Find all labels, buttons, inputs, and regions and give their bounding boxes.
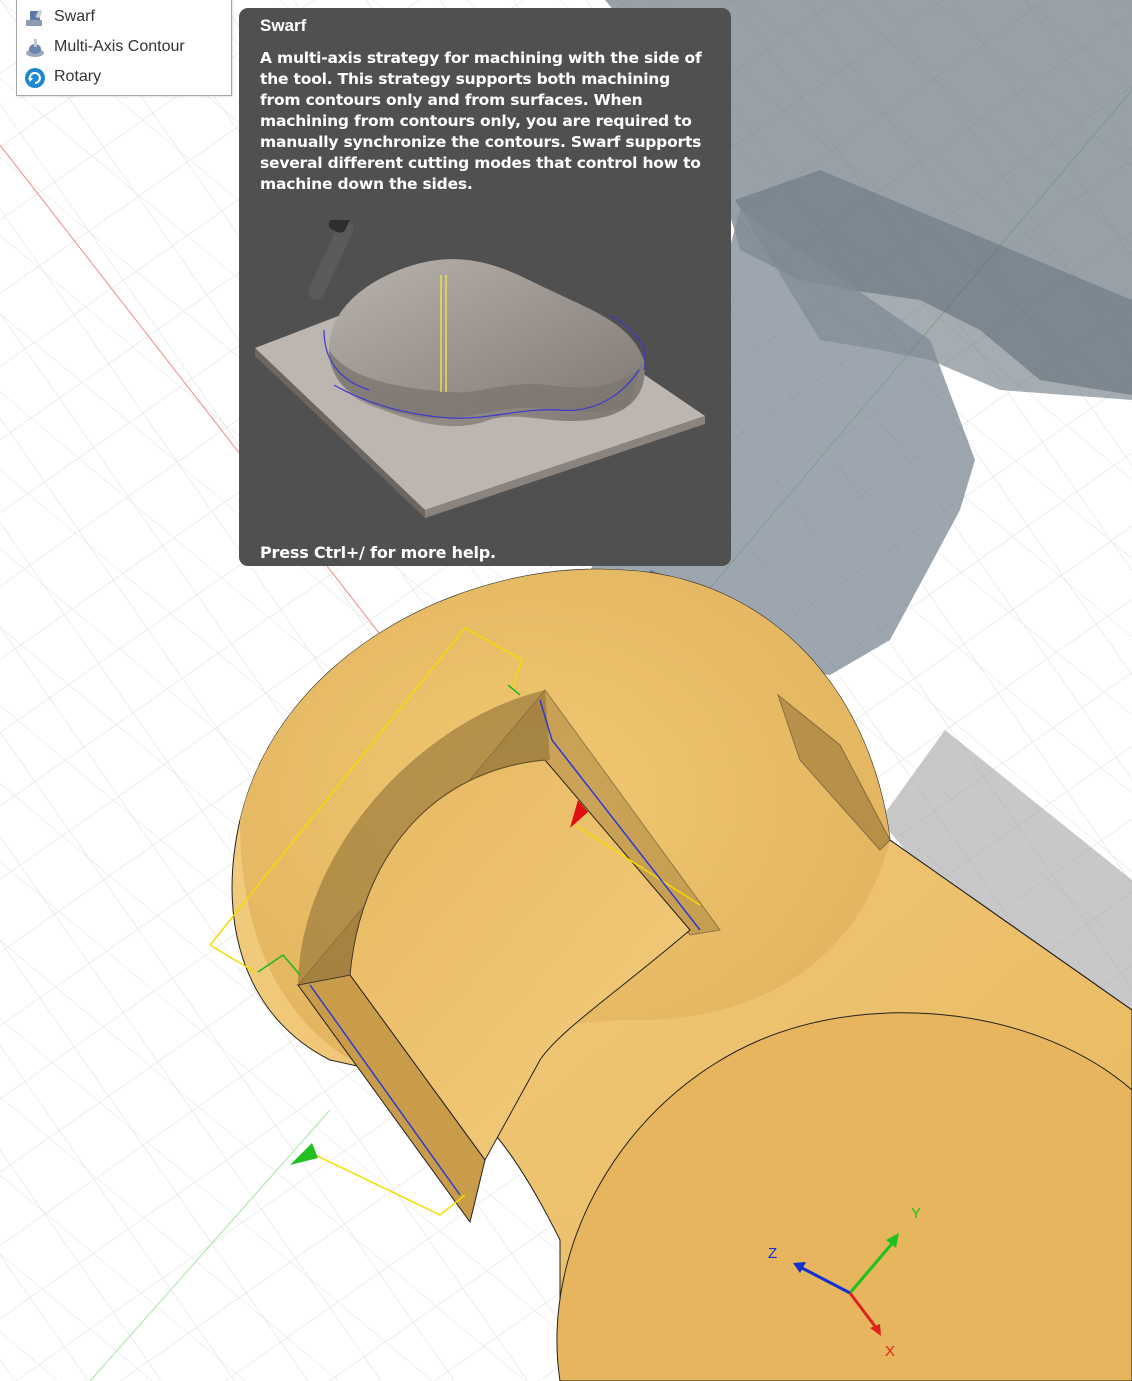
strategy-dropdown-menu: Swarf Multi-Axis Contour Rotary bbox=[16, 0, 232, 96]
menu-item-label: Multi-Axis Contour bbox=[54, 38, 185, 55]
strategy-tooltip: Swarf A multi-axis strategy for machinin… bbox=[239, 8, 731, 566]
menu-item-multi-axis-contour[interactable]: Multi-Axis Contour bbox=[17, 32, 231, 62]
menu-item-label: Rotary bbox=[54, 68, 102, 85]
swarf-icon bbox=[26, 9, 43, 26]
menu-item-label: Swarf bbox=[54, 8, 95, 25]
tooltip-description: A multi-axis strategy for machining with… bbox=[260, 49, 702, 193]
tooltip-title: Swarf bbox=[260, 16, 307, 35]
triad-y-label: Y bbox=[911, 1205, 921, 1222]
rotary-icon bbox=[25, 68, 45, 88]
menu-item-rotary[interactable]: Rotary bbox=[17, 62, 231, 92]
tooltip-footer: Press Ctrl+/ for more help. bbox=[260, 543, 496, 562]
triad-z-label: Z bbox=[768, 1245, 777, 1262]
triad-x-label: X bbox=[885, 1343, 895, 1360]
menu-item-swarf[interactable]: Swarf bbox=[17, 2, 231, 32]
multi-axis-contour-icon bbox=[26, 39, 44, 57]
swarf-preview-image bbox=[255, 220, 705, 518]
